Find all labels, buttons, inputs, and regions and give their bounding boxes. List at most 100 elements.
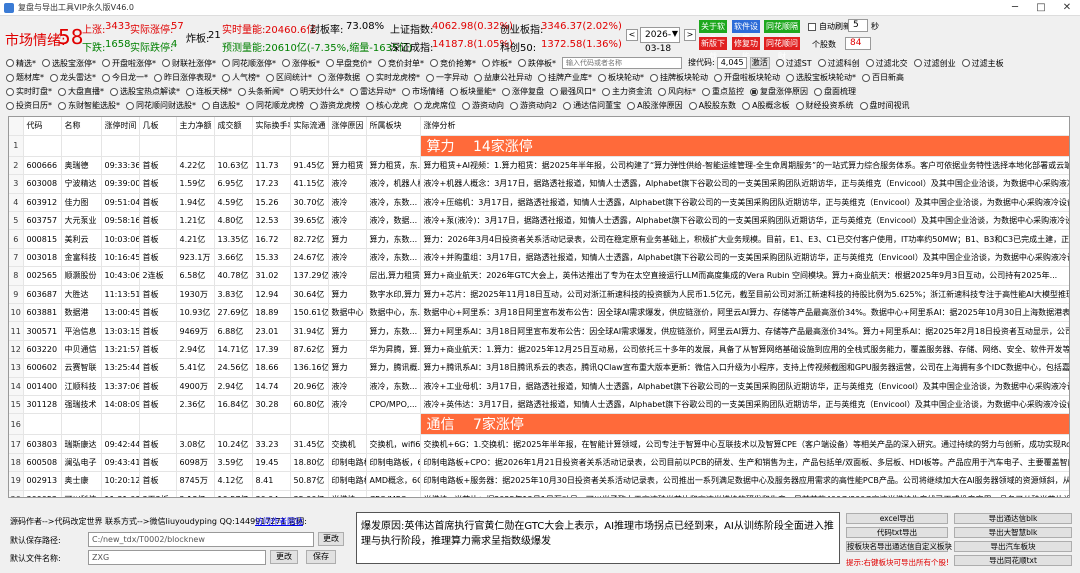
filter-option[interactable]: 开盘啦涨停*	[102, 57, 156, 69]
maximize-icon[interactable]: □	[1028, 0, 1054, 16]
minimize-icon[interactable]: ─	[1002, 0, 1028, 16]
new-version-button[interactable]: 新版下载	[699, 37, 727, 61]
column-header[interactable]: 几板	[139, 117, 177, 136]
column-header[interactable]: 名称	[61, 117, 102, 136]
table-row[interactable]: 5 603757 大元泵业 09:58:16 首板 1.21亿 4.80亿 12.53 39.6…	[9, 211, 1069, 231]
filter-option[interactable]: 选股宝涨停*	[42, 57, 96, 69]
filter-option[interactable]: 头条新闻*	[238, 86, 284, 97]
filter-option[interactable]: 核心龙虎	[366, 100, 408, 111]
filter-option[interactable]: 明天炒什么*	[290, 86, 344, 97]
column-header[interactable]: 代码	[23, 117, 62, 136]
table-row[interactable]: 17 603803 瑞斯康达 09:42:44 首板 3.08亿 10.24亿 33.23 31…	[9, 434, 1069, 454]
file-name-input[interactable]: ZXG	[88, 550, 266, 565]
table-row[interactable]: 11 300571 平治信息 13:03:15 首板 9469万 6.88亿 23.01 31.…	[9, 321, 1069, 341]
filter-option[interactable]: 连板天梯*	[186, 86, 232, 97]
table-row[interactable]: 20300052可川科技11:31:083天2板2.18亿10.57亿30.94…	[9, 490, 1069, 497]
filter-option[interactable]: 选股宝板块轮动*	[786, 72, 856, 83]
table-row[interactable]: 13 600602 云赛智联 13:25:44 首板 5.41亿 24.56亿 18.66 13…	[9, 358, 1069, 378]
export-dzh-blk-button[interactable]: 导出大智慧blk	[954, 527, 1072, 538]
filter-option[interactable]: 一字异动	[426, 72, 468, 83]
filter-option[interactable]: 实时盯盘*	[6, 86, 52, 97]
software-settings-button[interactable]: 软件设置	[732, 20, 760, 44]
auto-refresh-checkbox[interactable]: 自动刷新	[808, 21, 851, 32]
filter-option[interactable]: 重点监控	[702, 86, 744, 97]
table-row[interactable]: 6 000815 美利云 10:03:06 首板 4.21亿 13.35亿 16.72 82.7…	[9, 229, 1069, 249]
filter-option[interactable]: A股股东数	[688, 100, 736, 111]
group-header-row[interactable]: 16 通信 7家涨停	[9, 413, 1069, 436]
prev-date-button[interactable]: <	[626, 29, 638, 41]
filter-option[interactable]: 最强风口*	[550, 86, 596, 97]
filter-option[interactable]: 同花顺涨停*	[222, 57, 276, 69]
change-name-button[interactable]: 更改	[270, 550, 298, 564]
filter-option[interactable]: 财经投资系统	[795, 100, 854, 111]
export-car-button[interactable]: 导出汽车板块	[954, 541, 1072, 552]
export-ths-txt-button[interactable]: 导出同花顺txt	[954, 555, 1072, 566]
excel-export-button[interactable]: excel导出	[846, 513, 948, 524]
filter-option[interactable]: 过滤科创	[817, 57, 860, 69]
filter-option[interactable]: 主力资金流	[602, 86, 652, 97]
filter-option[interactable]: 游资动向	[462, 100, 504, 111]
filter-option[interactable]: 龙虎席位	[414, 100, 456, 111]
next-date-button[interactable]: >	[684, 29, 696, 41]
limit-up-table[interactable]: 代码名称涨停时间几板主力净额成交额实际换手率实际流通涨停原因所属板块涨停分析 1…	[8, 116, 1070, 498]
export-tdx-blk-button[interactable]: 导出通达信blk	[954, 513, 1072, 524]
filter-option[interactable]: 通达信问董宝	[563, 100, 621, 111]
filter-option[interactable]: 过滤北交	[865, 57, 908, 69]
filter-option[interactable]: 过滤主板	[961, 57, 1004, 69]
filter-option[interactable]: 挂牌板块轮动	[650, 72, 708, 83]
column-header[interactable]: 所属板块	[366, 117, 421, 136]
fix-button[interactable]: 修复功能	[732, 37, 760, 61]
filter-option[interactable]: 复盘涨停原因	[750, 86, 808, 97]
group-header-row[interactable]: 1 算力 14家涨停	[9, 135, 1069, 157]
filter-option[interactable]: 游资龙虎榜	[310, 100, 360, 111]
filter-option[interactable]: 竞价抢筹*	[430, 57, 476, 69]
filter-option[interactable]: 益康公社异动	[474, 72, 532, 83]
filter-option[interactable]: 题材库*	[6, 72, 44, 83]
filter-option[interactable]: 风向标*	[658, 86, 696, 97]
filter-option[interactable]: 过滤创业	[913, 57, 956, 69]
column-header[interactable]: 涨停分析	[420, 117, 1069, 136]
filter-option[interactable]: 自选股*	[202, 100, 240, 111]
save-button[interactable]: 保存	[306, 550, 336, 564]
filter-option[interactable]: 涨停板*	[282, 57, 320, 69]
search-input[interactable]	[562, 57, 682, 69]
filter-option[interactable]: 区间统计*	[266, 72, 312, 83]
date-dropdown-icon[interactable]: ▼	[669, 29, 681, 41]
table-row[interactable]: 12 603220 中贝通信 13:21:57 首板 2.94亿 14.71亿 17.39 87…	[9, 340, 1069, 360]
filter-option[interactable]: 挂牌产业库*	[538, 72, 592, 83]
table-row[interactable]: 3 603008 宁波精达 09:39:00 首板 1.59亿 6.95亿 17.23 41.1…	[9, 174, 1069, 194]
filter-option[interactable]: 大盘直播*	[58, 86, 104, 97]
filter-option[interactable]: 财联社涨停*	[162, 57, 216, 69]
filter-option[interactable]: 选股宝热点解读*	[110, 86, 180, 97]
filter-option[interactable]: 盘时间视讯	[859, 100, 910, 111]
filter-option[interactable]: 游资动向2	[510, 100, 557, 111]
filter-option[interactable]: 今日龙一*	[102, 72, 148, 83]
filter-option[interactable]: 板块量能*	[450, 86, 496, 97]
table-row[interactable]: 8 002565 顺灏股份 10:43:06 2连板 6.58亿 40.78亿 31.02 13…	[9, 266, 1069, 286]
search-code-input[interactable]: 4,045	[716, 57, 747, 69]
table-row[interactable]: 14 001400 江顺科技 13:37:06 首板 4900万 2.94亿 14.74 20.…	[9, 377, 1069, 396]
table-row[interactable]: 9 603687 大胜达 11:13:51 首板 1930万 3.83亿 12.94 30.64…	[9, 285, 1069, 305]
filter-option[interactable]: 人气榜*	[222, 72, 260, 83]
filter-option[interactable]: A股涨停原因	[627, 100, 683, 111]
filter-option[interactable]: 涨停复盘	[502, 86, 544, 97]
save-path-input[interactable]: C:/new_tdx/T0002/blocknew	[88, 532, 314, 547]
filter-option[interactable]: 板块轮动*	[598, 72, 644, 83]
column-header[interactable]: 实际换手率	[252, 117, 291, 136]
filter-option[interactable]: 精选*	[6, 57, 36, 69]
table-row[interactable]: 4 603912 佳力图 09:51:04 首板 1.94亿 4.59亿 15.26 30.70…	[9, 193, 1069, 213]
filter-option[interactable]: 市场情绪	[402, 86, 444, 97]
official-site-link[interactable]: 访问作者网站	[255, 516, 303, 527]
code-txt-export-button[interactable]: 代码txt导出	[846, 527, 948, 538]
table-row[interactable]: 7 003018 金富科技 10:16:45 首板 923.1万 3.66亿 15.33 24.…	[9, 248, 1069, 268]
filter-option[interactable]: 东财智能选股*	[58, 100, 120, 111]
export-tdx-custom-button[interactable]: 按板块名导出通达信自定义板块	[846, 541, 952, 552]
filter-option[interactable]: 投资日历*	[6, 100, 52, 111]
filter-option[interactable]: 跌停板*	[518, 57, 556, 69]
filter-option[interactable]: 涨停数据	[318, 72, 360, 83]
table-row[interactable]: 18 600508 澜弘电子 09:43:41 首板 6098万 3.59亿 19.45 18.…	[9, 453, 1069, 473]
filter-option[interactable]: 竞价封单*	[378, 57, 424, 69]
about-button[interactable]: 关于软件	[699, 20, 727, 44]
ths-next-day-button[interactable]: 同花顺隔日	[764, 20, 800, 44]
filter-option[interactable]: 开盘啦板块轮动	[714, 72, 780, 83]
